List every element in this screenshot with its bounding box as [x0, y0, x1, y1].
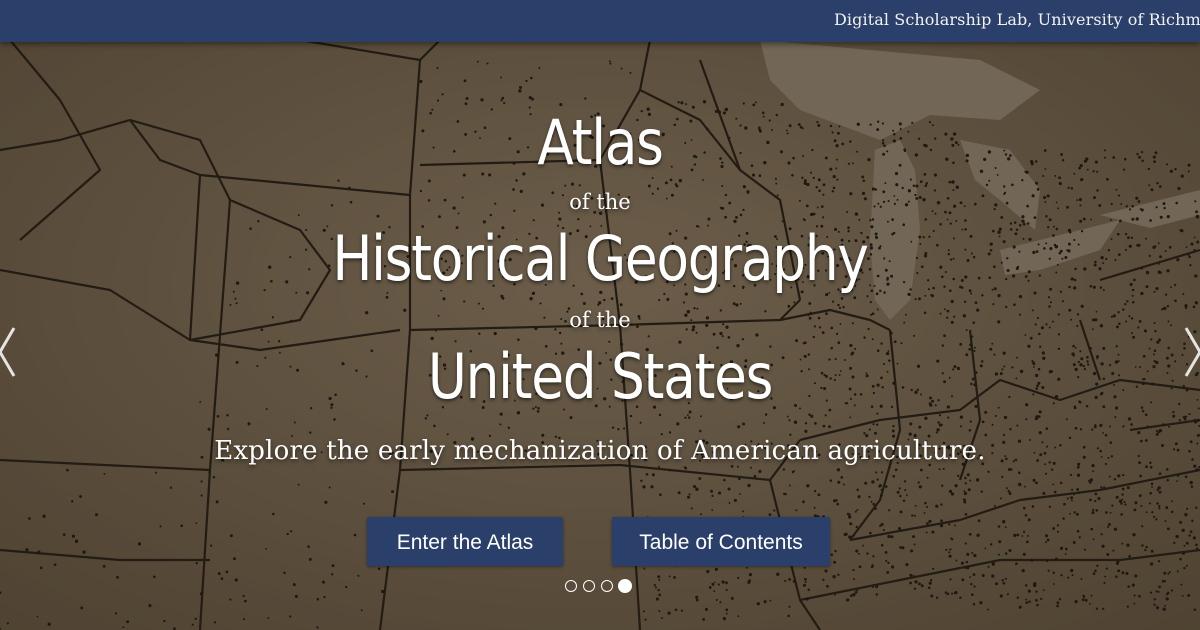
chevron-left-icon[interactable]	[0, 322, 22, 382]
carousel-dot-2[interactable]	[583, 580, 595, 592]
enter-atlas-button[interactable]: Enter the Atlas	[367, 517, 563, 566]
hero-title-block: Atlas of the Historical Geography of the…	[0, 0, 1200, 630]
site-header: Digital Scholarship Lab, University of R…	[0, 0, 1200, 42]
carousel-dot-1[interactable]	[565, 580, 577, 592]
title-connector-2: of the	[569, 308, 631, 332]
carousel-dot-3[interactable]	[601, 580, 613, 592]
org-link[interactable]: Digital Scholarship Lab, University of R…	[834, 10, 1200, 29]
carousel-dot-4[interactable]	[618, 579, 632, 593]
title-historical-geography: Historical Geography	[332, 222, 869, 295]
title-atlas: Atlas	[537, 106, 664, 179]
chevron-right-icon[interactable]	[1178, 322, 1200, 382]
hero-page: Digital Scholarship Lab, University of R…	[0, 0, 1200, 630]
table-of-contents-button[interactable]: Table of Contents	[612, 517, 830, 566]
title-connector-1: of the	[569, 190, 631, 214]
hero-subtitle: Explore the early mechanization of Ameri…	[214, 436, 986, 466]
title-united-states: United States	[427, 340, 774, 413]
